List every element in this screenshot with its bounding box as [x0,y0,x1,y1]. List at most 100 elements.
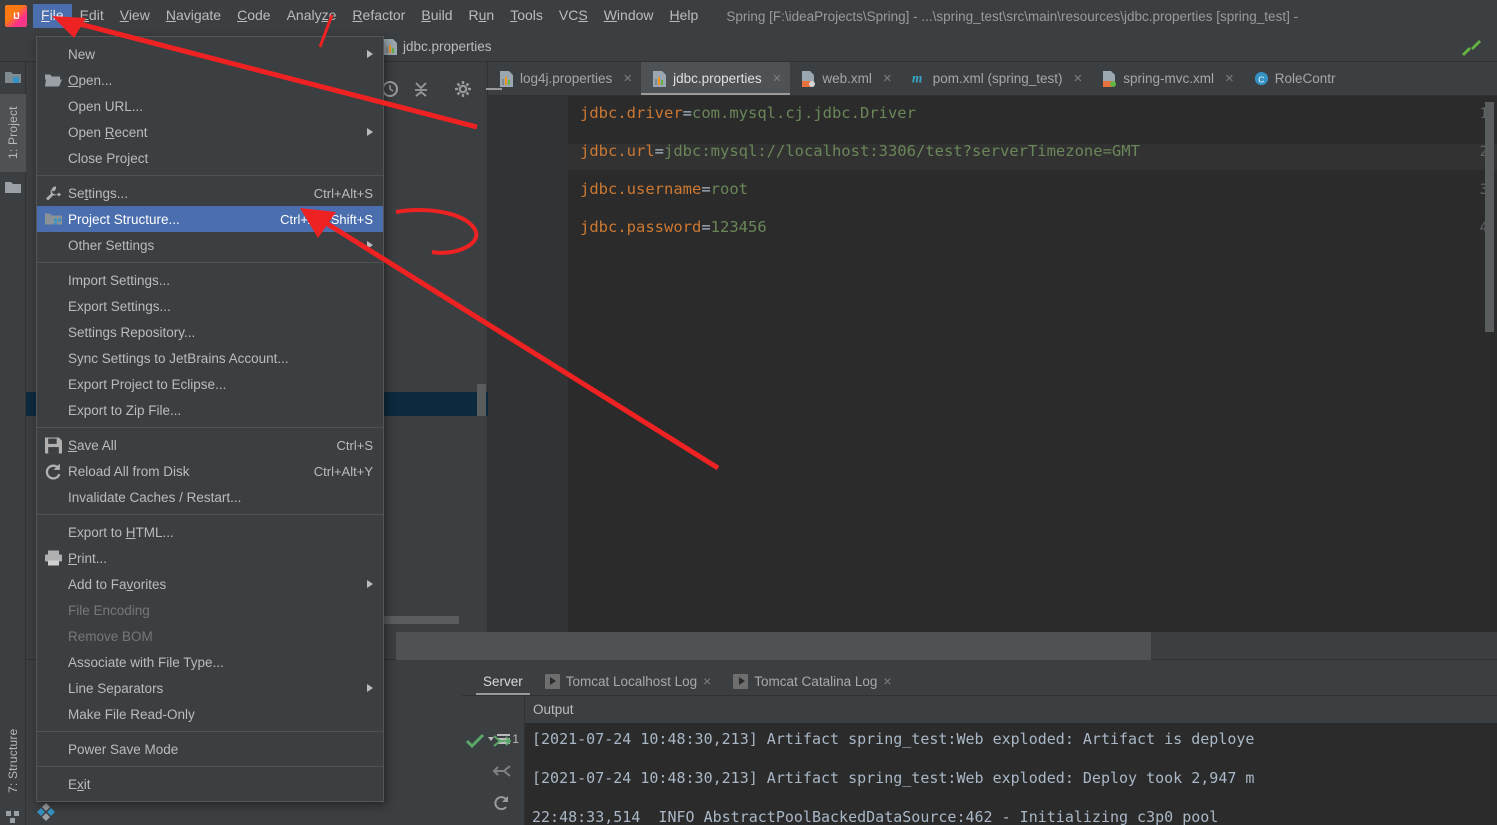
menu-item-settings-repository[interactable]: Settings Repository... [37,319,383,345]
code-line[interactable]: jdbc.driver=com.mysql.cj.jdbc.Driver [580,104,916,122]
breadcrumb[interactable]: jdbc.properties [383,38,492,55]
editor-tab-close-icon[interactable]: × [1073,71,1082,86]
menu-build[interactable]: Build [413,4,460,28]
menu-item-export-to-zip-file[interactable]: Export to Zip File... [37,397,383,423]
menu-item-settings[interactable]: Settings... Ctrl+Alt+S [37,180,383,206]
bottom-tab-chip-a[interactable] [396,632,786,660]
menu-item-export-to-html[interactable]: Export to HTML... [37,519,383,545]
hammer-icon[interactable] [1461,40,1483,58]
settings-gear-icon[interactable] [454,80,472,98]
project-structure-icon [45,212,62,227]
code-line[interactable]: jdbc.password=123456 [580,218,767,236]
rerun-icon[interactable] [492,795,511,813]
menu-item-export-settings[interactable]: Export Settings... [37,293,383,319]
menu-item-invalidate-caches-restart[interactable]: Invalidate Caches / Restart... [37,484,383,510]
menu-item-export-project-to-eclipse[interactable]: Export Project to Eclipse... [37,371,383,397]
checkmark-icon[interactable] [466,733,485,749]
menu-item-associate-with-file-type[interactable]: Associate with File Type... [37,649,383,675]
menu-code[interactable]: Code [229,4,278,28]
property-key: jdbc.driver [580,104,683,122]
menu-item-label: Line Separators [68,680,164,696]
menu-item-save-all[interactable]: Save All Ctrl+S [37,432,383,458]
menu-item-reload-all-from-disk[interactable]: Reload All from Disk Ctrl+Alt+Y [37,458,383,484]
menu-item-other-settings[interactable]: Other Settings [37,232,383,258]
menu-item-line-separators[interactable]: Line Separators [37,675,383,701]
menu-item-new[interactable]: New [37,41,383,67]
save-icon [45,437,62,454]
menu-file[interactable]: File [33,4,72,28]
menu-navigate[interactable]: Navigate [158,4,229,28]
submenu-arrow-icon [367,50,373,58]
menu-item-label: Print... [68,550,108,566]
menu-item-exit[interactable]: Exit [37,771,383,797]
menu-window[interactable]: Window [596,4,662,28]
property-value: com.mysql.cj.jdbc.Driver [692,104,916,122]
menu-item-open-recent[interactable]: Open Recent [37,119,383,145]
properties-file-icon [499,70,514,87]
run-tab-server[interactable]: Server [472,670,534,695]
code-line[interactable]: jdbc.username=root [580,180,748,198]
run-tab-close-icon[interactable]: × [703,673,711,689]
code-line[interactable]: jdbc.url=jdbc:mysql://localhost:3306/tes… [580,142,1140,160]
property-key: jdbc.username [580,180,702,198]
editor-tab-close-icon[interactable]: × [623,71,632,86]
menu-help[interactable]: Help [662,4,707,28]
play-icon [733,673,749,689]
reload-icon [45,463,62,480]
project-horizontal-scrollbar[interactable] [381,616,459,624]
editor-area: log4j.properties × jdbc.properties × web.xml… [488,62,1497,632]
menu-item-add-to-favorites[interactable]: Add to Favorites [37,571,383,597]
menu-item-close-project[interactable]: Close Project [37,145,383,171]
project-folder-icon [5,72,21,83]
sidebar-item-structure[interactable]: 7: Structure [0,717,26,805]
menu-item-label: Open URL... [68,98,144,114]
menu-vcs[interactable]: VCS [551,4,596,28]
run-tab-tomcat-localhost-log[interactable]: Tomcat Localhost Log × [534,669,723,695]
editor-tab-close-icon[interactable]: × [773,71,782,86]
editor-tab-close-icon[interactable]: × [1225,71,1234,86]
menu-item-label: Other Settings [68,237,155,253]
menu-tools[interactable]: Tools [502,4,551,28]
editor-vertical-scrollbar[interactable] [1485,102,1494,332]
menu-item-sync-settings-to-jetbrains-account[interactable]: Sync Settings to JetBrains Account... [37,345,383,371]
editor-body[interactable]: 1 jdbc.driver=com.mysql.cj.jdbc.Driver 2 jd… [488,96,1497,632]
run-tab-label: Tomcat Localhost Log [565,673,698,689]
collapse-arrows-icon[interactable] [492,762,512,780]
collapse-all-icon[interactable] [412,80,430,98]
menu-item-import-settings[interactable]: Import Settings... [37,267,383,293]
editor-tab-rolecontr[interactable]: C RoleContr [1243,62,1345,95]
project-vertical-scrollbar[interactable] [477,384,486,416]
editor-tab-close-icon[interactable]: × [883,71,892,86]
menu-item-label: Export to HTML... [68,524,174,540]
editor-tab-jdbc-properties[interactable]: jdbc.properties × [641,62,791,95]
menu-view[interactable]: View [112,4,158,28]
menu-item-label: Settings Repository... [68,324,196,340]
menu-item-label: Export Project to Eclipse... [68,376,227,392]
menu-item-print[interactable]: Print... [37,545,383,571]
menu-refactor[interactable]: Refactor [344,4,413,28]
editor-tab-pom-xml-spring-test[interactable]: m pom.xml (spring_test) × [901,62,1092,95]
menu-item-project-structure[interactable]: Project Structure... Ctrl+Alt+Shift+S [37,206,383,232]
bottom-tab-chip-b[interactable] [786,632,1151,660]
run-tab-close-icon[interactable]: × [883,673,891,689]
editor-tab-log4j-properties[interactable]: log4j.properties × [488,62,641,95]
hide-icon[interactable] [486,88,502,90]
services-icon[interactable] [36,802,56,822]
sidebar-item-project[interactable]: 1: Project [0,94,26,172]
console-output[interactable]: [2021-07-24 10:48:30,213] Artifact sprin… [525,723,1497,825]
menu-item-label: Project Structure... [68,211,180,227]
menu-item-label: Export to Zip File... [68,402,182,418]
menu-analyze[interactable]: Analyze [279,4,345,28]
window-title: Spring [F:\ideaProjects\Spring] - ...\sp… [726,8,1299,24]
menu-item-open[interactable]: Open... [37,67,383,93]
expand-arrows-icon[interactable] [492,732,512,750]
editor-tab-web-xml[interactable]: web.xml × [790,62,900,95]
play-icon [544,673,560,689]
menu-item-open-url[interactable]: Open URL... [37,93,383,119]
menu-item-power-save-mode[interactable]: Power Save Mode [37,736,383,762]
menu-edit[interactable]: Edit [72,4,112,28]
editor-tab-spring-mvc-xml[interactable]: spring-mvc.xml × [1091,62,1243,95]
menu-item-make-file-read-only[interactable]: Make File Read-Only [37,701,383,727]
menu-run[interactable]: Run [461,4,503,28]
run-tab-tomcat-catalina-log[interactable]: Tomcat Catalina Log × [722,669,902,695]
